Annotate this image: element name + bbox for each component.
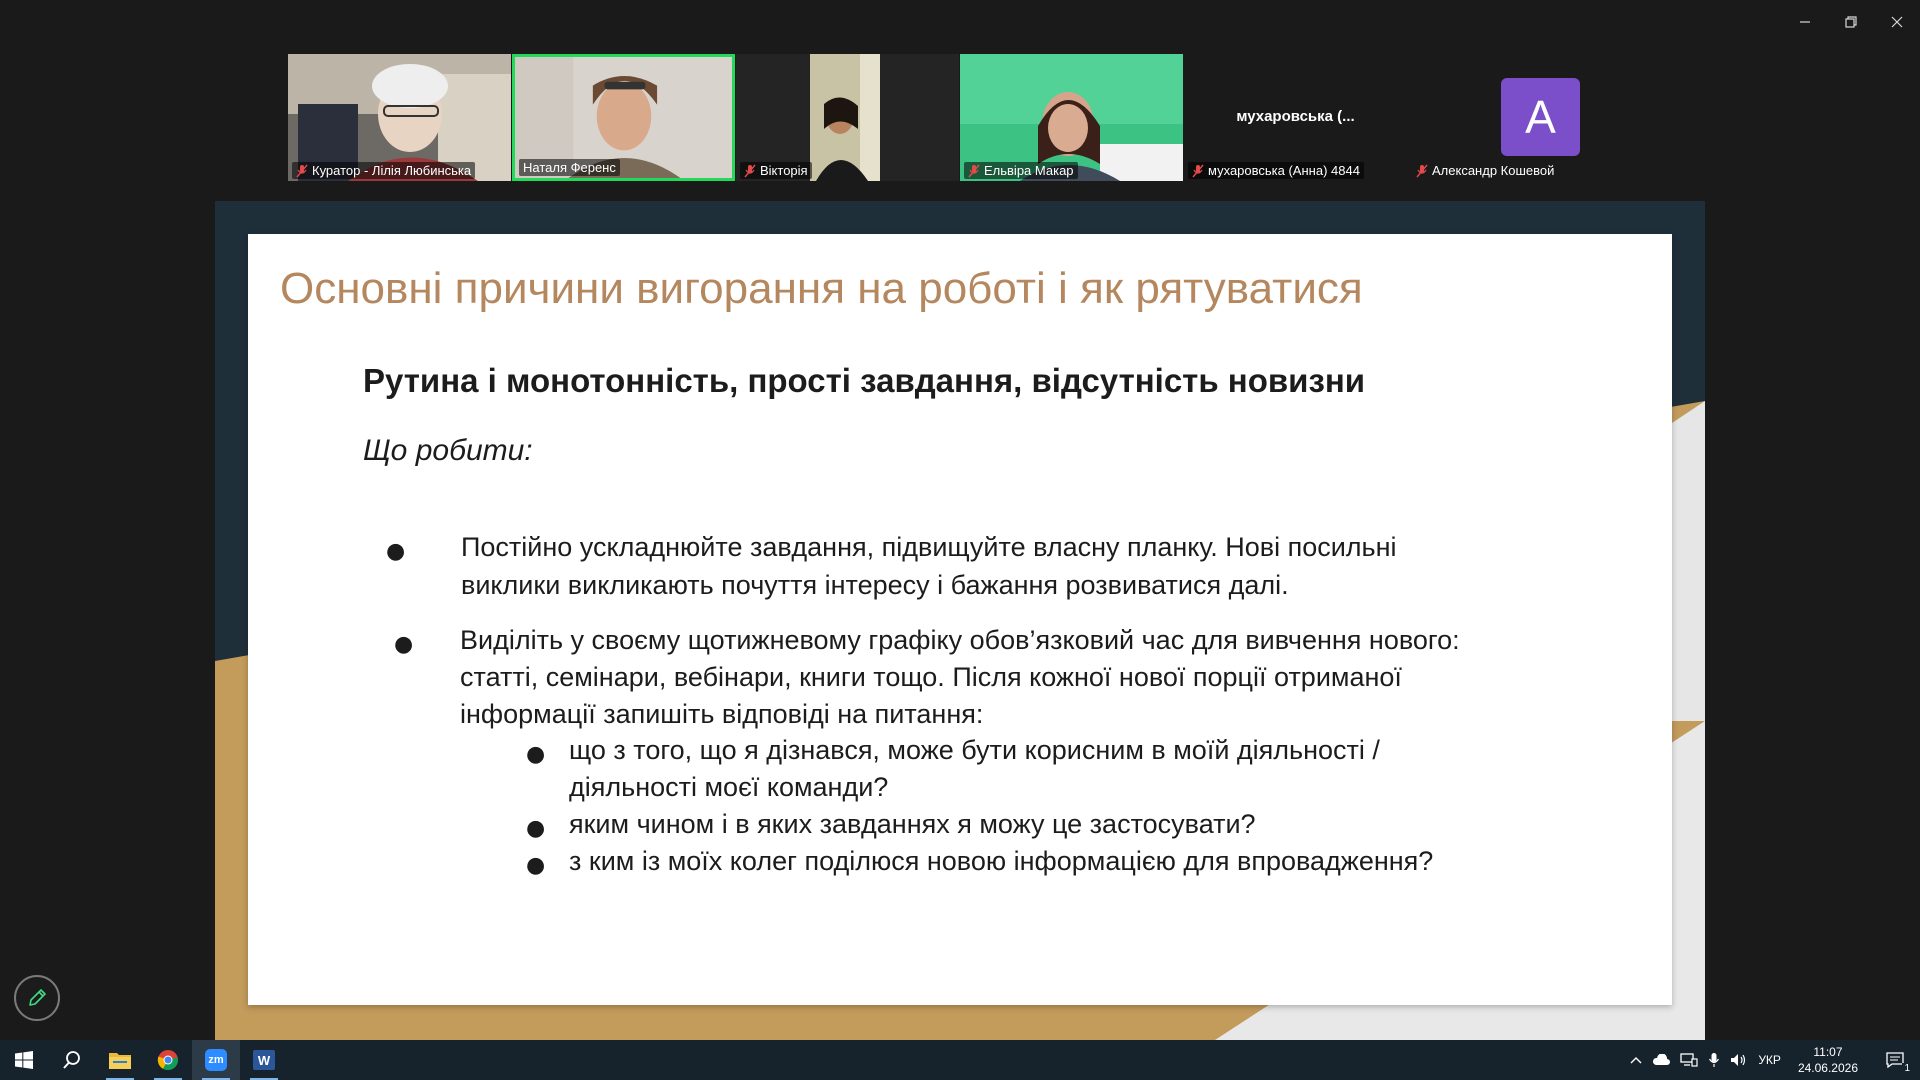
network-icon <box>1680 1053 1698 1067</box>
speaker-icon <box>1731 1054 1746 1066</box>
bullet-line: з ким із моїх колег поділюся новою інфор… <box>569 846 1434 876</box>
word-button[interactable]: W <box>240 1040 288 1080</box>
cloud-icon <box>1653 1054 1671 1065</box>
mic-muted-icon <box>296 164 308 177</box>
participant-tile-active-speaker[interactable]: Наталя Ференс <box>512 54 735 181</box>
participant-name: мухаровська (Анна) 4844 <box>1208 163 1360 178</box>
participant-name-bar: мухаровська (Анна) 4844 <box>1188 162 1364 179</box>
word-icon-label: W <box>257 1052 271 1068</box>
mic-muted-icon <box>1416 164 1428 177</box>
participant-tile[interactable]: Ельвіра Макар <box>960 54 1183 181</box>
notifications-button[interactable]: 1 <box>1870 1040 1920 1080</box>
system-tray: УКР 11:07 24.06.2026 1 <box>1625 1040 1920 1080</box>
participant-name-bar: Ельвіра Макар <box>964 162 1078 179</box>
slide-content: Основні причини вигорання на роботі і як… <box>248 234 1672 1005</box>
network-button[interactable] <box>1675 1040 1703 1080</box>
bullet-line: Постійно ускладнюйте завдання, підвищуйт… <box>461 532 1397 562</box>
participant-tile[interactable]: Вікторія <box>736 54 959 181</box>
participant-name: Наталя Ференс <box>523 160 616 175</box>
participant-tile-avatar[interactable]: A Александр Кошевой <box>1408 54 1631 181</box>
language-label: УКР <box>1758 1053 1781 1067</box>
bullet-dot: ● <box>526 742 546 767</box>
close-icon <box>1891 16 1903 28</box>
zoom-window: Куратор - Лілія Любинська Наталя Ференс <box>0 0 1920 1080</box>
zoom-icon-label: zm <box>208 1054 224 1066</box>
mic-muted-icon <box>744 164 756 177</box>
chrome-icon <box>157 1050 178 1071</box>
bullet-line: виклики викликають почуття інтересу і ба… <box>461 570 1289 600</box>
annotate-button[interactable] <box>14 975 60 1021</box>
file-explorer-button[interactable] <box>96 1040 144 1080</box>
start-icon <box>15 1051 33 1069</box>
bullet-dot: ● <box>394 632 414 657</box>
pencil-icon <box>29 989 46 1006</box>
participant-tile-no-video[interactable]: мухаровська (... мухаровська (Анна) 4844 <box>1184 54 1407 181</box>
windows-taskbar: zm W УКР 11:07 24.06.2026 1 <box>0 1040 1920 1080</box>
search-icon <box>63 1051 80 1069</box>
clock-date: 24.06.2026 <box>1797 1061 1858 1075</box>
onedrive-button[interactable] <box>1647 1040 1675 1080</box>
search-button[interactable] <box>48 1040 96 1080</box>
participant-name-bar: Александр Кошевой <box>1412 162 1558 179</box>
mic-muted-icon <box>1192 164 1204 177</box>
chrome-button[interactable] <box>144 1040 192 1080</box>
zoom-icon: zm <box>205 1049 227 1071</box>
mic-muted-icon <box>968 164 980 177</box>
slide-what-to-do: Що робити: <box>363 434 533 467</box>
participant-center-label: мухаровська (... <box>1236 108 1355 125</box>
bullet-line: статті, семінари, вебінари, книги тощо. … <box>460 662 1402 692</box>
volume-button[interactable] <box>1725 1040 1753 1080</box>
minimize-button[interactable] <box>1782 0 1828 44</box>
participant-strip: Куратор - Лілія Любинська Наталя Ференс <box>288 54 1632 181</box>
bullet-dot: ● <box>526 816 546 841</box>
slide-subtitle: Рутина і монотонність, прості завдання, … <box>363 362 1366 399</box>
participant-name-bar: Куратор - Лілія Любинська <box>292 162 476 179</box>
participant-name: Вікторія <box>760 163 808 178</box>
close-button[interactable] <box>1874 0 1920 44</box>
language-indicator[interactable]: УКР <box>1753 1040 1786 1080</box>
participant-name: Александр Кошевой <box>1432 163 1555 178</box>
restore-button[interactable] <box>1828 0 1874 44</box>
window-controls <box>1782 0 1920 44</box>
participant-tile[interactable]: Куратор - Лілія Любинська <box>288 54 511 181</box>
restore-icon <box>1845 16 1857 28</box>
slide-title: Основні причини вигорання на роботі і як… <box>280 264 1363 313</box>
bullet-line: Виділіть у своєму щотижневому графіку об… <box>460 625 1460 655</box>
clock-time: 11:07 <box>1813 1045 1843 1059</box>
bullet-dot: ● <box>386 539 406 564</box>
show-hidden-icons-button[interactable] <box>1625 1040 1647 1080</box>
microphone-icon <box>1709 1053 1720 1067</box>
microphone-button[interactable] <box>1703 1040 1725 1080</box>
chevron-up-icon <box>1630 1057 1642 1064</box>
avatar: A <box>1501 78 1580 156</box>
bullet-line: інформації запишіть відповіді на питання… <box>460 699 984 729</box>
shared-screen: Основні причини вигорання на роботі і як… <box>215 201 1705 1040</box>
bullet-line: діяльності моєї команди? <box>569 772 889 802</box>
participant-name-bar: Вікторія <box>740 162 812 179</box>
bullet-line: що з того, що я дізнався, може бути кори… <box>569 735 1380 765</box>
participant-name-bar: Наталя Ференс <box>519 159 620 176</box>
participant-name: Куратор - Лілія Любинська <box>312 163 472 178</box>
notification-icon <box>1886 1052 1904 1068</box>
participant-name: Ельвіра Макар <box>984 163 1074 178</box>
file-explorer-icon <box>109 1053 131 1069</box>
notification-count: 1 <box>1902 1063 1912 1074</box>
bullet-dot: ● <box>526 853 546 878</box>
clock[interactable]: 11:07 24.06.2026 <box>1786 1040 1870 1080</box>
bullet-line: яким чином і в яких завданнях я можу це … <box>569 809 1256 839</box>
word-icon: W <box>253 1050 275 1070</box>
start-button[interactable] <box>0 1040 48 1080</box>
zoom-button[interactable]: zm <box>192 1040 240 1080</box>
minimize-icon <box>1800 21 1810 23</box>
